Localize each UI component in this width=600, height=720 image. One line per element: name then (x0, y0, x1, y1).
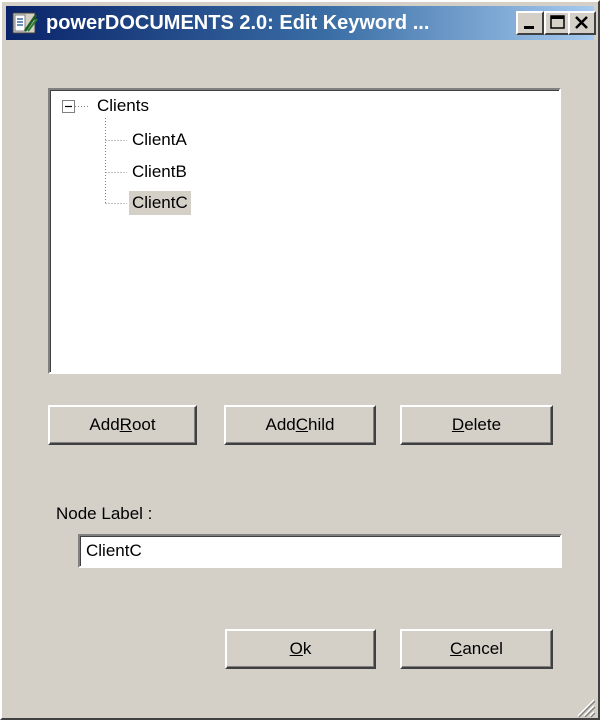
close-icon (575, 16, 588, 29)
add-root-button[interactable]: AddRoot (48, 405, 197, 445)
add-root-mnemonic: R (119, 415, 132, 434)
collapse-icon[interactable] (62, 100, 75, 113)
ok-mnemonic: O (289, 639, 303, 658)
add-root-label-pre: Add (89, 415, 120, 434)
title-bar[interactable]: powerDOCUMENTS 2.0: Edit Keyword ... (6, 6, 596, 40)
delete-label-post: elete (464, 415, 502, 434)
ok-button[interactable]: Ok (225, 629, 376, 669)
minimize-button[interactable] (516, 11, 544, 35)
tree-node-clienta[interactable]: ClientA (129, 128, 190, 152)
delete-mnemonic: D (451, 415, 465, 434)
tree-node-clientc-selected[interactable]: ClientC (129, 191, 191, 215)
app-icon[interactable] (12, 11, 38, 35)
add-root-label-post: oot (131, 415, 156, 434)
add-child-mnemonic: C (295, 415, 309, 434)
tree-node-clients[interactable]: Clients (94, 94, 152, 118)
ok-label-post: k (302, 639, 312, 658)
node-label-input[interactable] (78, 534, 562, 568)
resize-grip-icon[interactable] (568, 690, 596, 718)
minimize-icon (524, 26, 534, 29)
close-button[interactable] (568, 11, 596, 35)
cancel-mnemonic: C (450, 639, 463, 658)
delete-button[interactable]: Delete (400, 405, 553, 445)
keyword-tree[interactable]: Clients ClientA ClientB ClientC (48, 88, 561, 374)
maximize-icon (550, 15, 565, 29)
window-title: powerDOCUMENTS 2.0: Edit Keyword ... (46, 12, 430, 34)
cancel-label-post: ancel (462, 639, 503, 658)
add-child-label-post: hild (308, 415, 335, 434)
node-label-caption: Node Label : (56, 504, 153, 523)
add-child-button[interactable]: AddChild (224, 405, 376, 445)
cancel-button[interactable]: Cancel (400, 629, 553, 669)
edit-keyword-dialog: powerDOCUMENTS 2.0: Edit Keyword ... Cli… (0, 0, 600, 720)
tree-lines (62, 100, 127, 204)
add-child-label-pre: Add (265, 415, 296, 434)
tree-node-clientb[interactable]: ClientB (129, 160, 190, 184)
